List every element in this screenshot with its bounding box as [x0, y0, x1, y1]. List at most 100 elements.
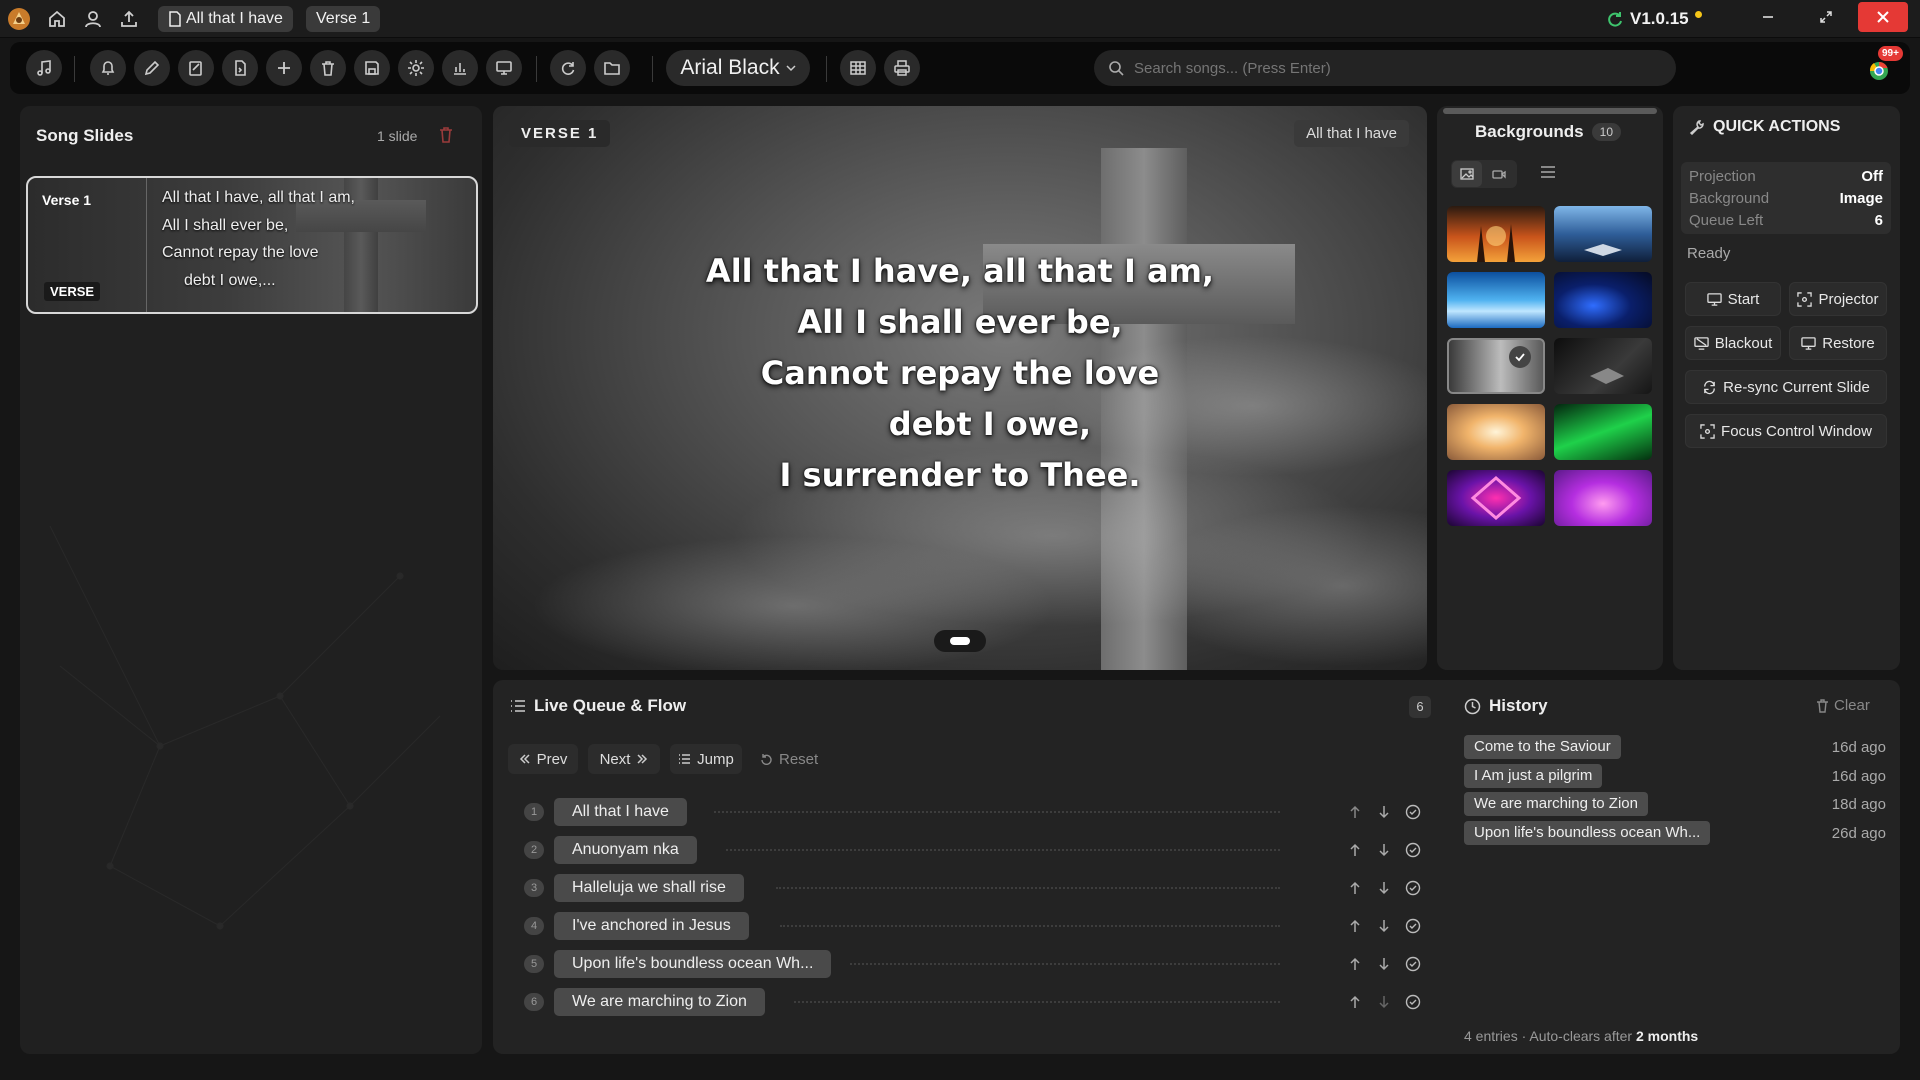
video-tab[interactable]: [1484, 161, 1514, 187]
diamond-shape: [1470, 476, 1522, 520]
queue-item-title[interactable]: Halleluja we shall rise: [554, 874, 744, 902]
check-circle-icon[interactable]: [1404, 803, 1422, 821]
slide-indicator[interactable]: [934, 630, 986, 652]
move-up-icon[interactable]: [1346, 841, 1364, 859]
history-time: 18d ago: [1831, 796, 1886, 813]
focus-window-button[interactable]: Focus Control Window: [1685, 414, 1887, 448]
stats-button[interactable]: [442, 50, 478, 86]
queue-item-title[interactable]: All that I have: [554, 798, 687, 826]
scroll-indicator[interactable]: [1443, 108, 1657, 114]
check-circle-icon[interactable]: [1404, 993, 1422, 1011]
restore-button[interactable]: Restore: [1789, 326, 1887, 360]
projector-button[interactable]: Projector: [1789, 282, 1887, 316]
blackout-button[interactable]: Blackout: [1685, 326, 1781, 360]
move-down-icon[interactable]: [1375, 841, 1393, 859]
image-tab[interactable]: [1452, 161, 1482, 187]
background-thumbnail-bible-light[interactable]: [1554, 206, 1652, 262]
next-button[interactable]: Next: [588, 744, 660, 774]
move-down-icon[interactable]: [1375, 917, 1393, 935]
minimize-button[interactable]: [1746, 2, 1790, 32]
move-up-icon[interactable]: [1346, 917, 1364, 935]
refresh-button[interactable]: [550, 50, 586, 86]
notifications-button[interactable]: 99+: [1868, 46, 1903, 82]
clear-history-button[interactable]: Clear: [1816, 697, 1870, 714]
lyric-line: All I shall ever be,: [797, 303, 1123, 341]
check-circle-icon[interactable]: [1404, 879, 1422, 897]
edit-slide-button[interactable]: [178, 50, 214, 86]
queue-item[interactable]: 6 We are marching to Zion: [520, 987, 1422, 1017]
check-circle-icon[interactable]: [1404, 917, 1422, 935]
home-icon[interactable]: [44, 6, 70, 32]
search-bar[interactable]: [1094, 50, 1676, 86]
song-slides-panel: Song Slides 1 slide Verse 1 VERSE All th…: [20, 106, 482, 1054]
move-up-icon[interactable]: [1346, 879, 1364, 897]
add-song-button[interactable]: [90, 50, 126, 86]
quick-actions-header: QUICK ACTIONS: [1689, 118, 1840, 136]
monitor-off-icon: [1694, 336, 1709, 350]
check-circle-icon[interactable]: [1404, 841, 1422, 859]
section-tab[interactable]: Verse 1: [306, 6, 381, 32]
queue-item-title[interactable]: Anuonyam nka: [554, 836, 697, 864]
user-icon[interactable]: [80, 6, 106, 32]
queue-item-title[interactable]: I've anchored in Jesus: [554, 912, 749, 940]
upload-icon[interactable]: [116, 6, 142, 32]
font-select[interactable]: Arial Black: [666, 50, 810, 86]
song-tab[interactable]: All that I have: [158, 6, 293, 32]
move-up-icon[interactable]: [1346, 955, 1364, 973]
folder-button[interactable]: [594, 50, 630, 86]
move-down-icon[interactable]: [1375, 803, 1393, 821]
queue-item[interactable]: 2 Anuonyam nka: [520, 835, 1422, 865]
reset-button[interactable]: Reset: [760, 744, 818, 774]
start-button[interactable]: Start: [1685, 282, 1781, 316]
history-entry[interactable]: I Am just a pilgrim: [1464, 764, 1603, 788]
history-entry[interactable]: We are marching to Zion: [1464, 792, 1648, 816]
sync-icon: [1608, 12, 1622, 27]
list-view-button[interactable]: [1539, 164, 1557, 180]
import-button[interactable]: [222, 50, 258, 86]
maximize-button[interactable]: [1804, 2, 1848, 32]
move-down-icon[interactable]: [1375, 955, 1393, 973]
move-down-icon[interactable]: [1375, 993, 1393, 1011]
resync-button[interactable]: Re-sync Current Slide: [1685, 370, 1887, 404]
background-thumbnail-clouds[interactable]: [1447, 404, 1545, 460]
background-thumbnail-blue-rays[interactable]: [1447, 272, 1545, 328]
save-button[interactable]: [354, 50, 390, 86]
background-thumbnail-cross-selected[interactable]: [1447, 338, 1545, 394]
check-circle-icon[interactable]: [1404, 955, 1422, 973]
search-icon: [1109, 61, 1124, 76]
background-thumbnail-dark-bible[interactable]: [1554, 338, 1652, 394]
music-button[interactable]: [26, 50, 62, 86]
edit-button[interactable]: [134, 50, 170, 86]
history-entry[interactable]: Come to the Saviour: [1464, 735, 1621, 759]
close-button[interactable]: [1858, 2, 1908, 32]
history-entry[interactable]: Upon life's boundless ocean Wh...: [1464, 821, 1711, 845]
slide-card-verse-1[interactable]: Verse 1 VERSE All that I have, all that …: [26, 176, 478, 314]
prev-button[interactable]: Prev: [508, 744, 578, 774]
live-preview[interactable]: VERSE 1 All that I have All that I have,…: [493, 106, 1427, 670]
background-thumbnail-green-wave[interactable]: [1554, 404, 1652, 460]
table-button[interactable]: [840, 50, 876, 86]
background-thumbnail-purple-diamond[interactable]: [1447, 470, 1545, 526]
search-input[interactable]: [1134, 59, 1654, 77]
queue-item-title[interactable]: Upon life's boundless ocean Wh...: [554, 950, 832, 978]
slide-line: debt I owe,...: [184, 271, 276, 289]
queue-item[interactable]: 1 All that I have: [520, 797, 1422, 827]
settings-button[interactable]: [398, 50, 434, 86]
edit-document-icon: [189, 61, 202, 76]
background-thumbnail-magenta-glow[interactable]: [1554, 470, 1652, 526]
background-thumbnail-blue-waves[interactable]: [1554, 272, 1652, 328]
queue-item[interactable]: 5 Upon life's boundless ocean Wh...: [520, 949, 1422, 979]
delete-button[interactable]: [310, 50, 346, 86]
queue-item[interactable]: 4 I've anchored in Jesus: [520, 911, 1422, 941]
jump-button[interactable]: Jump: [670, 744, 742, 774]
background-thumbnail-worship-hands[interactable]: [1447, 206, 1545, 262]
move-up-icon[interactable]: [1346, 803, 1364, 821]
print-button[interactable]: [884, 50, 920, 86]
move-down-icon[interactable]: [1375, 879, 1393, 897]
queue-item[interactable]: 3 Halleluja we shall rise: [520, 873, 1422, 903]
queue-item-title[interactable]: We are marching to Zion: [554, 988, 765, 1016]
move-up-icon[interactable]: [1346, 993, 1364, 1011]
display-button[interactable]: [486, 50, 522, 86]
add-button[interactable]: [266, 50, 302, 86]
delete-slides-button[interactable]: [438, 126, 454, 144]
